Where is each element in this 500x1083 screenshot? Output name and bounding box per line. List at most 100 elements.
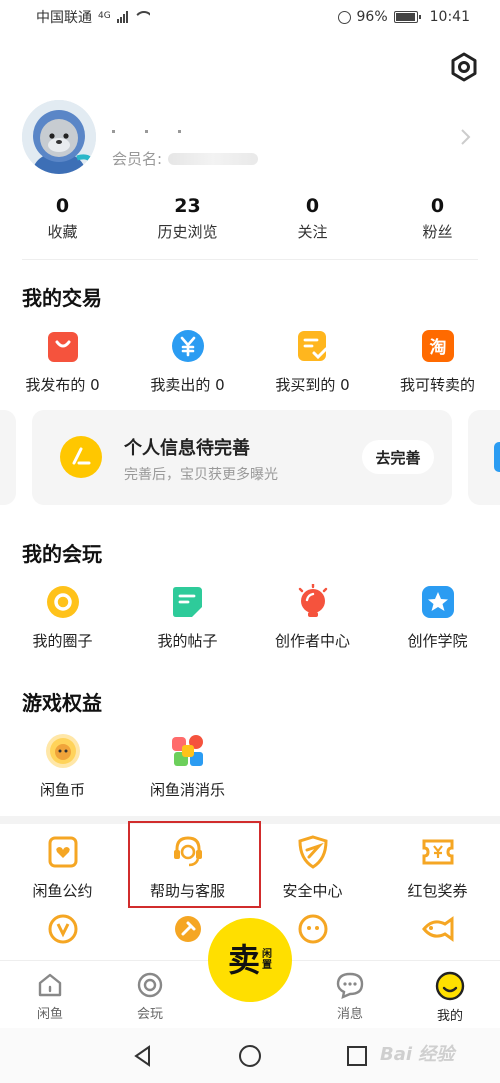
- member-label: 会员名:: [112, 150, 163, 168]
- nav-label: 我的: [436, 1009, 463, 1024]
- game-rights-grid: 闲鱼币 闲鱼消消乐: [0, 733, 500, 800]
- play-label: 创作者中心: [274, 632, 350, 650]
- settings-button[interactable]: [447, 50, 481, 84]
- clock: 10:41: [429, 9, 470, 25]
- carousel-card-next: [468, 410, 500, 505]
- tool-coupons[interactable]: 红包奖券: [375, 834, 500, 901]
- card-title: 个人信息待完善: [124, 438, 250, 459]
- stat-label: 收藏: [47, 223, 78, 241]
- nav-play[interactable]: 会玩: [100, 961, 200, 1028]
- trade-label: 我卖出的 0: [150, 376, 225, 394]
- heart-card-icon: [45, 834, 81, 870]
- recents-icon[interactable]: [345, 1044, 369, 1068]
- shopping-bag-icon: [45, 328, 81, 364]
- trade-label: 我买到的 0: [275, 376, 350, 394]
- play-posts[interactable]: 我的帖子: [125, 584, 250, 651]
- star-icon: [420, 584, 456, 620]
- play-creator-center[interactable]: 创作者中心: [250, 584, 375, 651]
- game-match[interactable]: 闲鱼消消乐: [125, 733, 250, 800]
- ring-icon: [137, 972, 163, 998]
- nav-label: 消息: [336, 1007, 363, 1022]
- stat-value: 0: [430, 195, 445, 217]
- trade-sold[interactable]: 我卖出的 0: [125, 328, 250, 395]
- member-name: 会员名:: [112, 148, 259, 169]
- home-icon: [38, 973, 62, 997]
- puzzle-icon: [170, 733, 206, 769]
- nav-home[interactable]: 闲鱼: [0, 961, 100, 1028]
- stat-following[interactable]: 0 关注: [250, 193, 375, 242]
- tool-label: 安全中心: [282, 882, 343, 900]
- edit-pencil-icon: [60, 436, 102, 478]
- alarm-icon: [337, 10, 351, 24]
- section-title-my-play: 我的会玩: [22, 542, 102, 566]
- tool-security-center[interactable]: 安全中心: [250, 834, 375, 901]
- section-title-my-trades: 我的交易: [22, 286, 102, 310]
- partial-item[interactable]: [0, 910, 125, 962]
- network-type: 4G: [98, 11, 111, 21]
- taobao-icon: 淘: [420, 328, 456, 364]
- watermark-text: Bai 经验: [380, 1044, 455, 1065]
- svg-text:淘: 淘: [429, 337, 446, 358]
- back-icon[interactable]: [131, 1044, 155, 1068]
- coin-icon: [45, 733, 81, 769]
- tool-label: 红包奖券: [407, 882, 468, 900]
- circle-icon: [45, 584, 81, 620]
- my-trades-grid: 我发布的 0 我卖出的 0 我买到的 0 淘 我可转卖的: [0, 328, 500, 395]
- shield-icon: [295, 834, 331, 870]
- home-circle-icon[interactable]: [238, 1044, 262, 1068]
- complete-profile-button[interactable]: 去完善: [362, 440, 434, 474]
- sell-sublabel: 闲 置: [262, 949, 272, 971]
- play-creator-academy[interactable]: 创作学院: [375, 584, 500, 651]
- divider: [22, 259, 478, 260]
- settings-hexagon-icon: [451, 52, 477, 82]
- member-name-blurred: [168, 152, 259, 165]
- sell-button[interactable]: 卖 闲 置: [208, 918, 292, 1002]
- stat-value: 23: [174, 195, 201, 217]
- trade-resellable[interactable]: 淘 我可转卖的: [375, 328, 500, 395]
- trade-published[interactable]: 我发布的 0: [0, 328, 125, 395]
- sell-label: 卖: [227, 941, 260, 979]
- sell-sublabel-1: 闲: [262, 949, 272, 960]
- nav-label: 闲鱼: [36, 1007, 63, 1022]
- stat-label: 关注: [297, 223, 328, 241]
- game-coin[interactable]: 闲鱼币: [0, 733, 125, 800]
- highlight-annotation: [128, 821, 261, 908]
- tool-convention[interactable]: 闲鱼公约: [0, 834, 125, 901]
- stat-history[interactable]: 23 历史浏览: [125, 193, 250, 242]
- battery-icon: [393, 11, 421, 23]
- message-icon: [336, 972, 364, 999]
- nav-mine[interactable]: 我的: [400, 961, 500, 1028]
- stat-fans[interactable]: 0 粉丝: [375, 193, 500, 242]
- stat-favorites[interactable]: 0 收藏: [0, 193, 125, 242]
- profile-chevron-icon[interactable]: [460, 128, 472, 150]
- checklist-icon: [295, 328, 331, 364]
- nav-label: 会玩: [136, 1007, 163, 1022]
- profile-completion-card[interactable]: 个人信息待完善 完善后，宝贝获更多曝光 去完善: [32, 410, 452, 505]
- avatar[interactable]: [22, 100, 96, 174]
- v-badge-icon: [48, 914, 77, 944]
- hammer-icon: [174, 916, 201, 942]
- stats-row: 0 收藏 23 历史浏览 0 关注 0 粉丝: [0, 193, 500, 242]
- yen-icon: [170, 328, 206, 364]
- stat-value: 0: [305, 195, 320, 217]
- play-label: 创作学院: [407, 632, 468, 650]
- tool-label: 闲鱼公约: [32, 882, 93, 900]
- seal-avatar-icon: [22, 100, 96, 174]
- trade-label: 我发布的 0: [25, 376, 100, 394]
- wifi-icon: [134, 11, 150, 23]
- trade-bought[interactable]: 我买到的 0: [250, 328, 375, 395]
- my-play-grid: 我的圈子 我的帖子 创作者中心 创作学院: [0, 584, 500, 651]
- partial-item[interactable]: [375, 910, 500, 962]
- nickname-blurred: [112, 118, 262, 133]
- card-subtitle: 完善后，宝贝获更多曝光: [124, 467, 278, 483]
- smile-icon: [435, 971, 465, 1001]
- status-bar: 中国联通 4G 96% 10:41: [0, 0, 500, 34]
- bulb-icon: [295, 584, 331, 620]
- play-circle[interactable]: 我的圈子: [0, 584, 125, 651]
- play-label: 我的帖子: [157, 632, 218, 650]
- battery-percent: 96%: [356, 9, 388, 25]
- stat-label: 粉丝: [422, 223, 453, 241]
- nav-messages[interactable]: 消息: [300, 961, 400, 1028]
- stat-value: 0: [55, 195, 70, 217]
- post-icon: [170, 584, 206, 620]
